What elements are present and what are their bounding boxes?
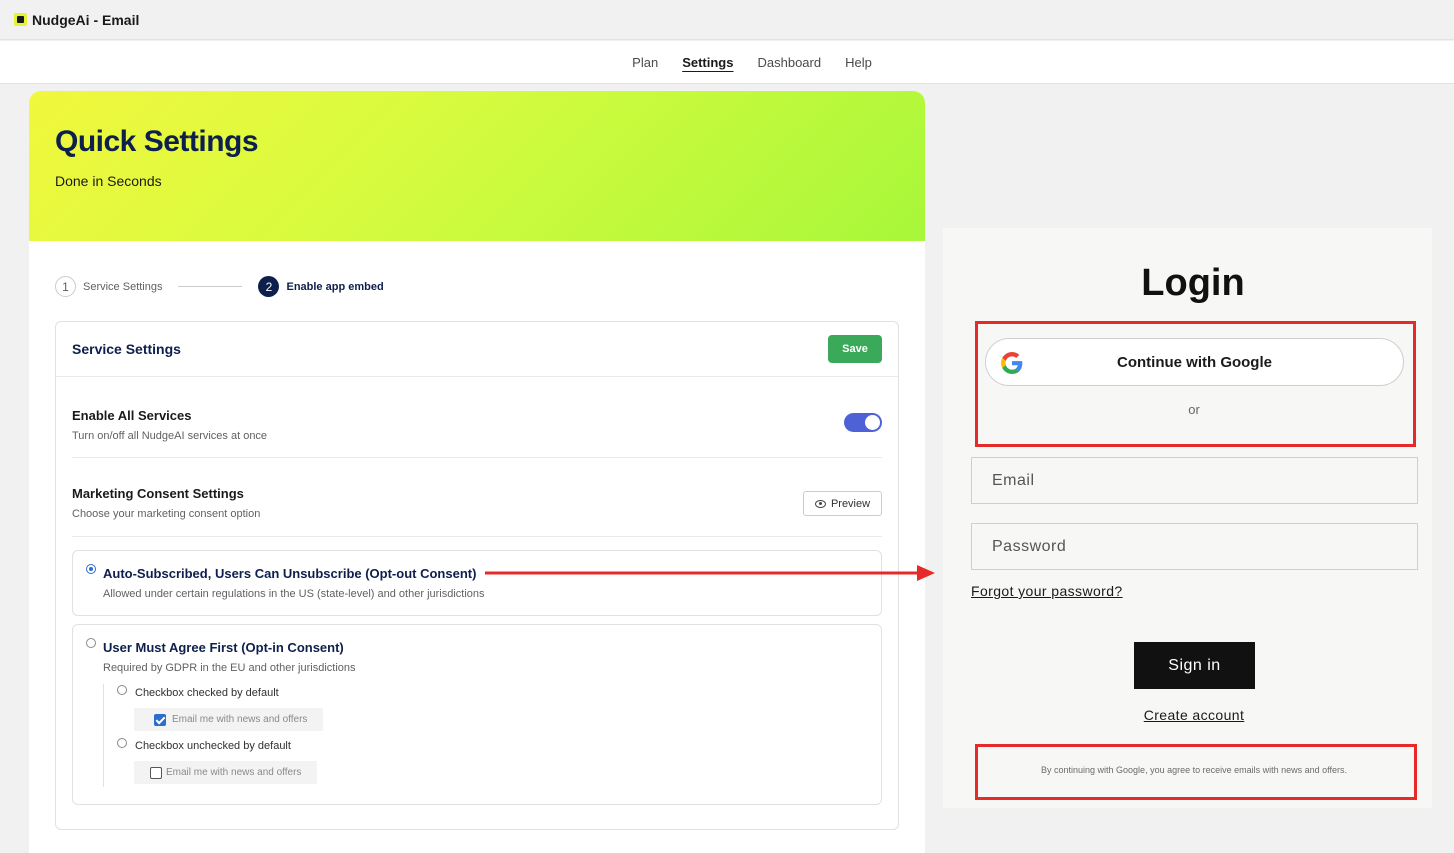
preview-button[interactable]: Preview xyxy=(803,491,882,516)
unchecked-default-radio[interactable] xyxy=(117,738,127,748)
marketing-consent-row: Marketing Consent Settings Choose your m… xyxy=(72,486,882,520)
nav-dashboard[interactable]: Dashboard xyxy=(757,55,821,70)
step-2-label[interactable]: Enable app embed xyxy=(286,281,383,293)
toggle-knob xyxy=(865,415,880,430)
opt-out-option[interactable]: Auto-Subscribed, Users Can Unsubscribe (… xyxy=(72,550,882,616)
divider xyxy=(72,536,882,537)
checked-sample-text: Email me with news and offers xyxy=(172,714,308,725)
nav-help[interactable]: Help xyxy=(845,55,872,70)
checkbox-unchecked-icon xyxy=(150,767,162,779)
checkbox-checked-icon xyxy=(154,714,166,726)
opt-out-title: Auto-Subscribed, Users Can Unsubscribe (… xyxy=(103,566,477,581)
divider xyxy=(72,457,882,458)
marketing-consent-title: Marketing Consent Settings xyxy=(72,486,244,501)
preview-label: Preview xyxy=(830,497,871,510)
enable-all-toggle[interactable] xyxy=(844,413,882,432)
red-arrow-annotation xyxy=(485,565,935,581)
settings-panel: Quick Settings Done in Seconds 1 Service… xyxy=(29,91,925,853)
opt-in-subtitle: Required by GDPR in the EU and other jur… xyxy=(103,662,356,674)
nav-plan[interactable]: Plan xyxy=(632,55,658,70)
step-2-number[interactable]: 2 xyxy=(258,276,280,297)
nav-settings[interactable]: Settings xyxy=(682,55,733,70)
step-connector xyxy=(178,286,243,287)
unchecked-default-label: Checkbox unchecked by default xyxy=(135,740,291,752)
hero-banner: Quick Settings Done in Seconds xyxy=(29,91,925,241)
email-field[interactable]: Email xyxy=(971,457,1418,504)
opt-in-title: User Must Agree First (Opt-in Consent) xyxy=(103,640,344,655)
step-1-number[interactable]: 1 xyxy=(55,276,76,297)
highlight-box-consent xyxy=(975,744,1417,800)
opt-out-subtitle: Allowed under certain regulations in the… xyxy=(103,588,485,600)
sign-in-button[interactable]: Sign in xyxy=(1134,642,1255,689)
unchecked-sample-text: Email me with news and offers xyxy=(166,767,302,778)
create-account-link[interactable]: Create account xyxy=(943,707,1445,723)
window-title: NudgeAi - Email xyxy=(32,11,140,28)
opt-in-sub-options: Checkbox checked by default Email me wit… xyxy=(103,684,343,787)
checked-default-radio[interactable] xyxy=(117,685,127,695)
checked-sample: Email me with news and offers xyxy=(134,708,324,731)
highlight-box-google xyxy=(975,321,1416,447)
password-field[interactable]: Password xyxy=(971,523,1418,570)
opt-out-radio[interactable] xyxy=(86,564,96,574)
top-nav: Plan Settings Dashboard Help xyxy=(0,41,1454,84)
login-title: Login xyxy=(1141,262,1245,304)
card-title: Service Settings xyxy=(72,341,181,357)
marketing-consent-subtitle: Choose your marketing consent option xyxy=(72,508,261,520)
forgot-password-link[interactable]: Forgot your password? xyxy=(971,583,1123,599)
app-logo-icon xyxy=(14,13,27,26)
window-titlebar: NudgeAi - Email xyxy=(0,0,1454,40)
eye-icon xyxy=(814,499,826,508)
page-title: Quick Settings xyxy=(55,125,259,158)
card-header: Service Settings Save xyxy=(56,322,898,377)
page-subtitle: Done in Seconds xyxy=(55,173,162,189)
login-preview-panel: Login Continue with Google or Email Pass… xyxy=(943,228,1432,808)
save-button[interactable]: Save xyxy=(828,335,882,363)
enable-all-title: Enable All Services xyxy=(72,408,192,423)
checked-default-label: Checkbox checked by default xyxy=(135,687,279,699)
enable-all-row: Enable All Services Turn on/off all Nudg… xyxy=(72,408,882,442)
stepper: 1 Service Settings 2 Enable app embed xyxy=(55,276,384,297)
step-1-label[interactable]: Service Settings xyxy=(83,281,162,293)
opt-in-radio[interactable] xyxy=(86,638,96,648)
enable-all-subtitle: Turn on/off all NudgeAI services at once xyxy=(72,430,268,442)
opt-in-option[interactable]: User Must Agree First (Opt-in Consent) R… xyxy=(72,624,882,805)
unchecked-sample: Email me with news and offers xyxy=(134,761,318,784)
